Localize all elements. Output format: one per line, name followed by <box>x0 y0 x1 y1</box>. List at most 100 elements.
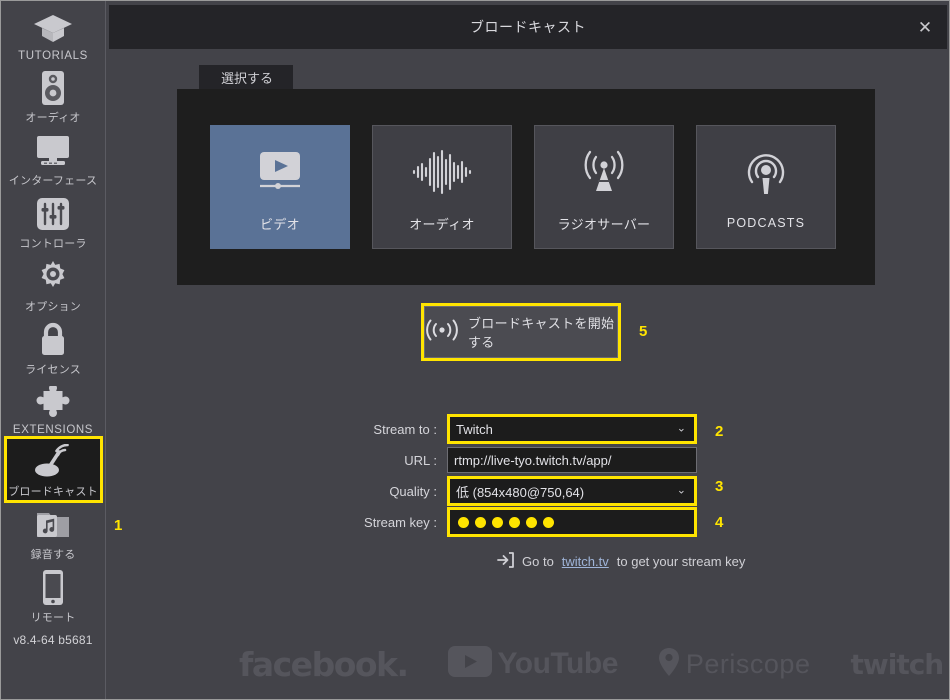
puzzle-icon <box>30 383 76 423</box>
facebook-logo-text: facebook. <box>239 644 409 684</box>
periscope-pin-icon <box>658 647 680 682</box>
broadcast-panel: ブロードキャスト ✕ 選択する ビデオ オーディオ ラジオサーバー PODCAS… <box>109 5 947 697</box>
close-icon[interactable]: ✕ <box>913 15 937 39</box>
podcast-icon <box>741 144 791 204</box>
speaker-icon <box>30 68 76 108</box>
tile-label: PODCASTS <box>726 216 806 230</box>
sidebar-item-license[interactable]: ライセンス <box>2 316 105 379</box>
sidebar-item-broadcast[interactable]: ブロードキャスト <box>3 436 103 503</box>
field-quality: Quality : 低 (854x480@750,64) ⌄ <box>359 476 709 506</box>
tile-label: ビデオ <box>260 216 300 232</box>
monitor-icon <box>30 131 76 171</box>
graduation-cap-icon <box>30 9 76 49</box>
masked-dot <box>458 516 469 528</box>
field-stream-to: Stream to : Twitch ⌄ <box>359 414 709 444</box>
broadcast-icon <box>30 442 76 482</box>
stream-key-label: Stream key : <box>364 514 437 530</box>
chevron-down-icon: ⌄ <box>676 422 686 435</box>
tab-bar: 選択する <box>199 65 294 92</box>
tile-label: ラジオサーバー <box>557 216 651 232</box>
phone-icon <box>30 568 76 608</box>
start-broadcast-highlight: ブロードキャストを開始する <box>421 303 621 361</box>
youtube-logo-text: YouTube <box>497 647 619 680</box>
broadcast-settings-form: Stream to : Twitch ⌄ URL : rtmp://live-t… <box>359 414 709 538</box>
waveform-icon <box>411 142 473 202</box>
broadcast-waves-icon <box>425 319 459 346</box>
stream-key-helper: Go to twitch.tv to get your stream key <box>497 552 745 571</box>
sidebar-item-interface[interactable]: インターフェース <box>2 127 105 190</box>
annotation-2: 2 <box>715 423 724 440</box>
field-stream-key: Stream key : <box>359 507 709 537</box>
broadcast-mode-tiles: ビデオ オーディオ ラジオサーバー PODCASTS <box>177 89 875 285</box>
start-broadcast-button[interactable]: ブロードキャストを開始する <box>424 306 618 358</box>
sidebar-item-label: ライセンス <box>25 364 81 376</box>
stream-to-label: Stream to : <box>373 421 437 437</box>
url-input[interactable]: rtmp://live-tyo.twitch.tv/app/ <box>447 447 697 473</box>
periscope-logo: Periscope <box>658 647 811 682</box>
sidebar-item-label: オプション <box>25 301 81 313</box>
annotation-5: 5 <box>639 323 648 340</box>
sidebar-item-label: オーディオ <box>25 112 81 124</box>
masked-dot <box>543 516 554 528</box>
sidebar: TUTORIALS オーディオ インターフェース コントローラ オプション ライ… <box>1 1 106 699</box>
sidebar-item-options[interactable]: オプション <box>2 253 105 316</box>
helper-suffix: to get your stream key <box>616 554 746 569</box>
tile-radio-server[interactable]: ラジオサーバー <box>534 125 674 249</box>
page-title: ブロードキャスト <box>470 19 586 35</box>
sidebar-item-remote[interactable]: リモート <box>2 564 105 627</box>
quality-value: 低 (854x480@750,64) <box>456 484 585 500</box>
version-label: v8.4-64 b5681 <box>13 633 93 647</box>
masked-dot <box>509 516 520 528</box>
video-icon <box>252 142 308 202</box>
periscope-logo-text: Periscope <box>685 648 811 679</box>
facebook-logo: facebook. <box>239 644 409 684</box>
masked-dot <box>475 516 486 528</box>
sliders-icon <box>30 194 76 234</box>
sidebar-item-audio[interactable]: オーディオ <box>2 64 105 127</box>
sidebar-item-label: ブロードキャスト <box>8 486 98 498</box>
sidebar-item-label: 録音する <box>30 549 76 561</box>
tile-video[interactable]: ビデオ <box>210 125 350 249</box>
tile-podcasts[interactable]: PODCASTS <box>696 125 836 249</box>
sidebar-item-label: インターフェース <box>8 175 98 187</box>
masked-dot <box>526 516 537 528</box>
sidebar-item-extensions[interactable]: EXTENSIONS <box>2 379 105 438</box>
platform-logos: facebook. YouTube Periscope twitch <box>239 639 944 689</box>
radio-tower-icon <box>576 142 632 202</box>
sidebar-item-label: EXTENSIONS <box>12 424 94 436</box>
url-value: rtmp://live-tyo.twitch.tv/app/ <box>454 452 612 468</box>
youtube-logo: YouTube <box>447 646 619 682</box>
masked-dot <box>492 516 503 528</box>
annotation-4: 4 <box>715 514 724 531</box>
youtube-play-icon <box>447 646 492 682</box>
start-broadcast-label: ブロードキャストを開始する <box>468 316 615 350</box>
tile-label: オーディオ <box>409 216 475 232</box>
twitch-logo-text: twitch <box>850 647 944 681</box>
sidebar-item-label: リモート <box>30 612 76 624</box>
twitch-logo: twitch <box>850 647 944 681</box>
stream-to-select[interactable]: Twitch ⌄ <box>447 414 697 444</box>
url-label: URL : <box>404 452 437 468</box>
panel-titlebar: ブロードキャスト ✕ <box>109 5 947 49</box>
field-url: URL : rtmp://live-tyo.twitch.tv/app/ <box>359 445 709 475</box>
application-window: TUTORIALS オーディオ インターフェース コントローラ オプション ライ… <box>0 0 950 700</box>
gear-icon <box>30 257 76 297</box>
sidebar-item-tutorials[interactable]: TUTORIALS <box>2 5 105 64</box>
sidebar-item-record[interactable]: 録音する <box>2 501 105 564</box>
tab-select[interactable]: 選択する <box>199 65 294 92</box>
login-arrow-icon <box>497 552 514 571</box>
helper-prefix: Go to <box>522 554 554 569</box>
tile-audio[interactable]: オーディオ <box>372 125 512 249</box>
sidebar-item-controller[interactable]: コントローラ <box>2 190 105 253</box>
twitch-link[interactable]: twitch.tv <box>562 554 609 569</box>
music-folder-icon <box>30 505 76 545</box>
quality-label: Quality : <box>389 483 437 499</box>
stream-key-input[interactable] <box>447 507 697 537</box>
quality-select[interactable]: 低 (854x480@750,64) ⌄ <box>447 476 697 506</box>
sidebar-item-label: TUTORIALS <box>18 50 88 62</box>
masked-value <box>456 516 554 528</box>
stream-to-value: Twitch <box>456 421 493 437</box>
lock-icon <box>30 320 76 360</box>
chevron-down-icon: ⌄ <box>676 484 686 497</box>
annotation-3: 3 <box>715 478 724 495</box>
